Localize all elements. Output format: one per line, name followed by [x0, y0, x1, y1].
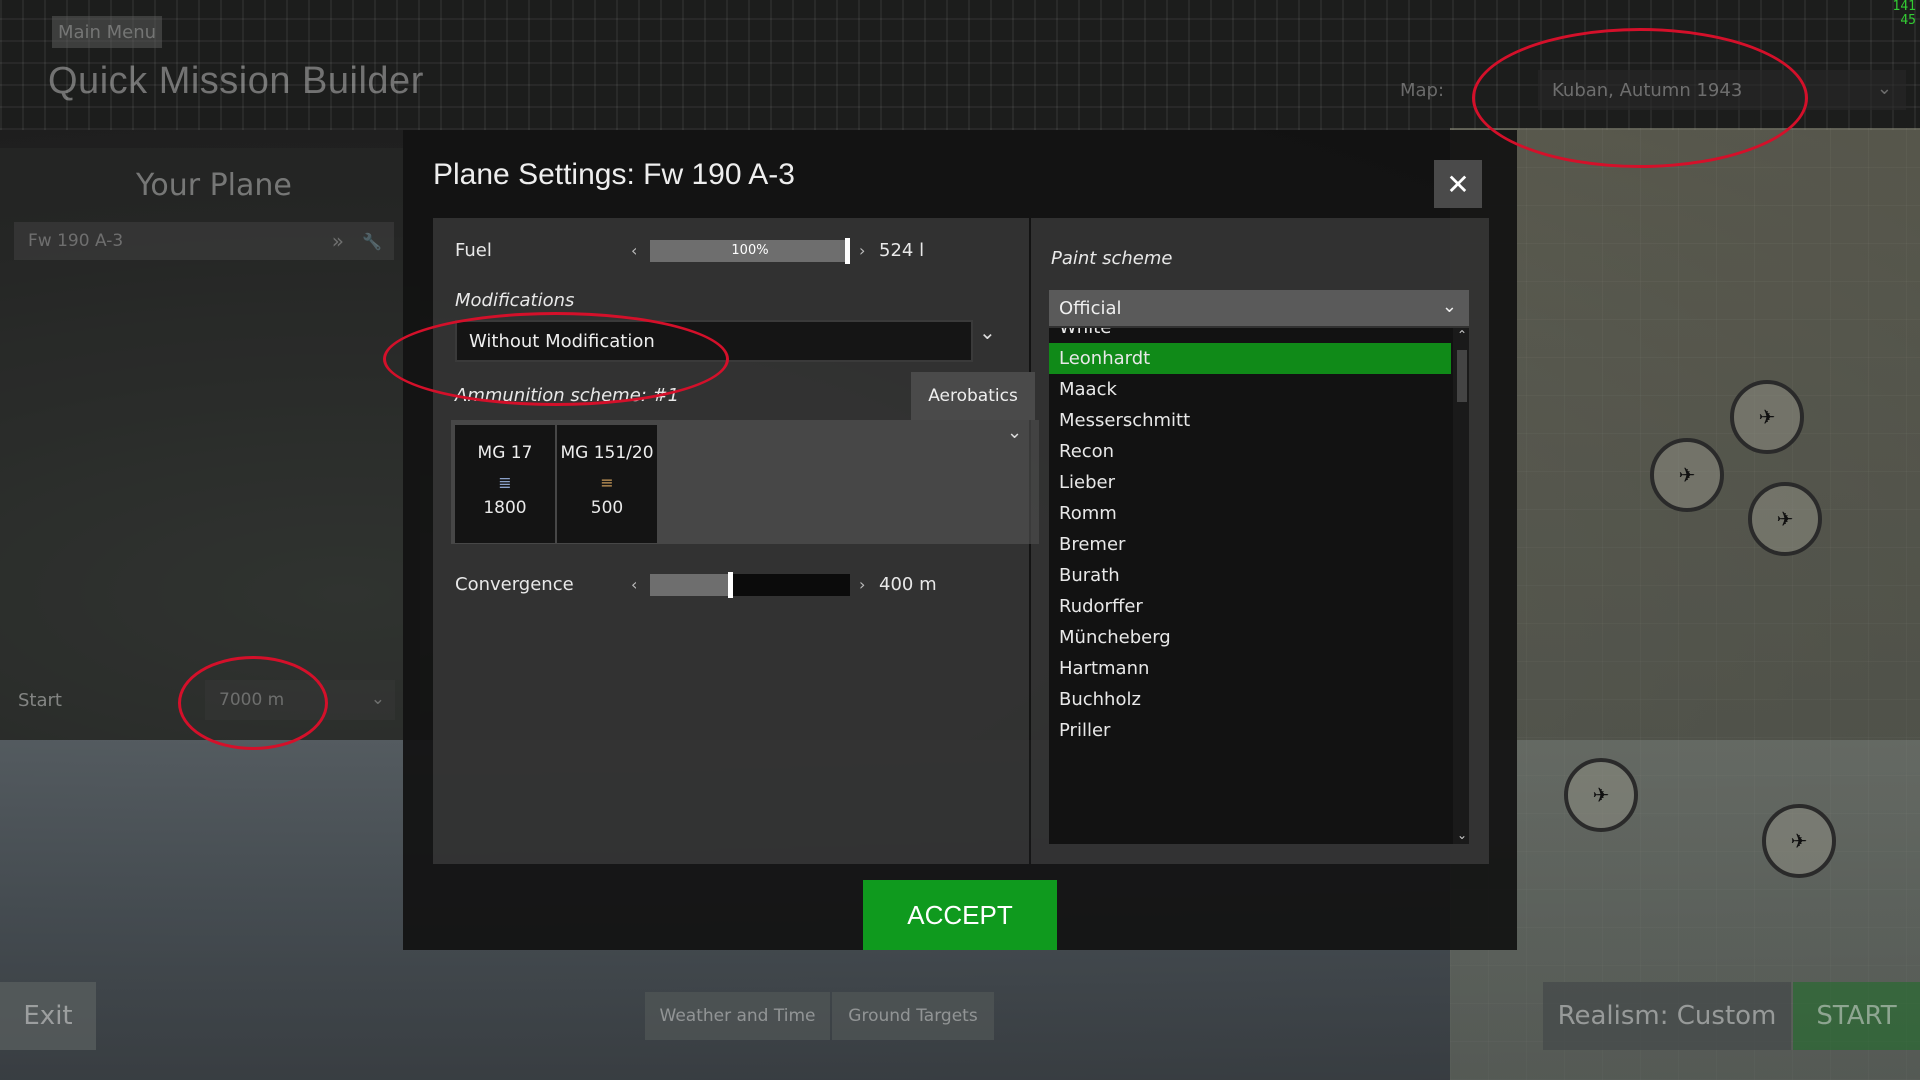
convergence-slider-fill [650, 574, 730, 596]
your-plane-heading: Your Plane [136, 168, 292, 203]
chevron-down-icon: ⌄ [370, 689, 385, 709]
paint-scheme-item[interactable]: Lieber [1049, 467, 1451, 498]
paint-scheme-list[interactable]: Priller Buchholz Hartmann Müncheberg Rudorff… [1049, 328, 1469, 844]
plane-select[interactable]: Fw 190 A-3 » 🔧 [14, 222, 394, 260]
gun-card-mg17[interactable]: MG 17 ≣ 1800 [455, 425, 555, 543]
fuel-slider[interactable]: 100% [650, 238, 850, 264]
ammo-belt-icon: ≣ [498, 473, 512, 492]
main-menu-button[interactable]: Main Menu [52, 16, 162, 48]
fuel-value: 524 l [879, 240, 925, 261]
map-unit-marker[interactable]: ✈ [1730, 380, 1804, 454]
chevron-down-icon[interactable]: ⌄ [979, 320, 996, 344]
paint-scheme-item[interactable]: Messerschmitt [1049, 405, 1451, 436]
paint-scheme-item[interactable]: Hartmann [1049, 653, 1451, 684]
convergence-slider[interactable] [650, 572, 850, 598]
scroll-up-icon[interactable]: ⌃ [1457, 328, 1467, 342]
map-unit-marker[interactable]: ✈ [1748, 482, 1822, 556]
start-label: Start [18, 690, 62, 711]
chevron-down-icon[interactable]: ⌄ [1007, 422, 1022, 443]
map-label: Map: [1400, 80, 1445, 101]
plane-settings-dialog: Plane Settings: Fw 190 A-3 ✕ Fuel ‹ 100%… [403, 130, 1517, 950]
ammo-belt-icon: ≡ [600, 473, 614, 492]
map-unit-marker[interactable]: ✈ [1564, 758, 1638, 832]
convergence-label: Convergence [455, 574, 574, 595]
fps-counter: 141 45 [1893, 0, 1916, 28]
fuel-percent: 100% [731, 243, 769, 258]
aerobatics-preset-button[interactable]: Aerobatics [911, 372, 1035, 420]
map-select[interactable]: Kuban, Autumn 1943 ⌄ [1538, 70, 1906, 110]
realism-button[interactable]: Realism: Custom [1543, 982, 1791, 1050]
paint-scheme-select[interactable]: Official ⌄ [1049, 290, 1469, 326]
fuel-label: Fuel [455, 240, 492, 261]
paint-scheme-item[interactable]: White [1049, 328, 1451, 343]
paint-scheme-item[interactable]: Buchholz [1049, 684, 1451, 715]
modifications-select[interactable]: Without Modification [455, 320, 973, 362]
paint-scheme-item[interactable]: Maack [1049, 374, 1451, 405]
fuel-increase-arrow-icon[interactable]: › [859, 241, 865, 260]
convergence-increase-arrow-icon[interactable]: › [859, 575, 865, 594]
fps-value: 141 [1892, 0, 1916, 14]
modifications-label: Modifications [455, 290, 575, 311]
chevron-down-icon: ⌄ [1876, 78, 1892, 99]
scrollbar[interactable]: ⌃ ⌄ [1453, 328, 1469, 844]
paint-scheme-item[interactable]: Priller [1049, 715, 1451, 746]
close-icon: ✕ [1446, 167, 1470, 201]
gun-ammo-count: 1800 [483, 498, 527, 518]
chevron-down-icon: ⌄ [1441, 296, 1457, 317]
page-title: Quick Mission Builder [48, 60, 424, 102]
mission-map[interactable]: ✈ ✈ ✈ ✈ ✈ [1450, 128, 1920, 1080]
gun-ammo-count: 500 [590, 498, 624, 518]
convergence-slider-thumb[interactable] [728, 572, 733, 598]
plane-settings-left-pane: Fuel ‹ 100% › 524 l Modifications Withou… [433, 218, 1039, 864]
ammunition-scheme-label: Ammunition scheme: #1 [455, 385, 680, 406]
map-select-value: Kuban, Autumn 1943 [1552, 79, 1743, 101]
start-altitude-select[interactable]: 7000 m ⌄ [205, 680, 395, 720]
paint-scheme-item[interactable]: Romm [1049, 498, 1451, 529]
paint-scheme-pane: Paint scheme Official ⌄ Priller Buchholz H… [1031, 218, 1489, 864]
close-button[interactable]: ✕ [1434, 160, 1482, 208]
fuel-decrease-arrow-icon[interactable]: ‹ [631, 241, 637, 260]
map-unit-marker[interactable]: ✈ [1650, 438, 1724, 512]
gun-name: MG 151/20 [560, 443, 654, 463]
paint-scheme-value: Official [1059, 297, 1122, 319]
weather-and-time-button[interactable]: Weather and Time [645, 992, 830, 1040]
wrench-icon[interactable]: 🔧 [362, 232, 382, 251]
convergence-value: 400 m [879, 574, 937, 595]
map-unit-marker[interactable]: ✈ [1762, 804, 1836, 878]
gun-card-mg151-20[interactable]: MG 151/20 ≡ 500 [557, 425, 657, 543]
start-altitude-value: 7000 m [219, 690, 285, 710]
ground-targets-button[interactable]: Ground Targets [832, 992, 994, 1040]
gun-name: MG 17 [477, 443, 533, 463]
paint-scheme-item[interactable]: Burath [1049, 560, 1451, 591]
accept-button[interactable]: ACCEPT [863, 880, 1057, 950]
convergence-decrease-arrow-icon[interactable]: ‹ [631, 575, 637, 594]
modifications-value: Without Modification [469, 330, 655, 352]
fps-value-secondary: 45 [1900, 13, 1916, 28]
plane-select-value: Fw 190 A-3 [28, 231, 124, 251]
paint-scheme-item[interactable]: Recon [1049, 436, 1451, 467]
paint-scheme-item[interactable]: Rudorffer [1049, 591, 1451, 622]
double-chevron-right-icon[interactable]: » [332, 229, 344, 253]
paint-scheme-item[interactable]: Leonhardt [1049, 343, 1451, 374]
dialog-title: Plane Settings: Fw 190 A-3 [433, 158, 795, 191]
scrollbar-thumb[interactable] [1457, 350, 1467, 402]
scroll-down-icon[interactable]: ⌄ [1457, 828, 1467, 842]
paint-scheme-label: Paint scheme [1051, 248, 1173, 269]
exit-button[interactable]: Exit [0, 982, 96, 1050]
paint-scheme-item[interactable]: Müncheberg [1049, 622, 1451, 653]
start-mission-button[interactable]: START [1793, 982, 1920, 1050]
paint-scheme-item[interactable]: Bremer [1049, 529, 1451, 560]
